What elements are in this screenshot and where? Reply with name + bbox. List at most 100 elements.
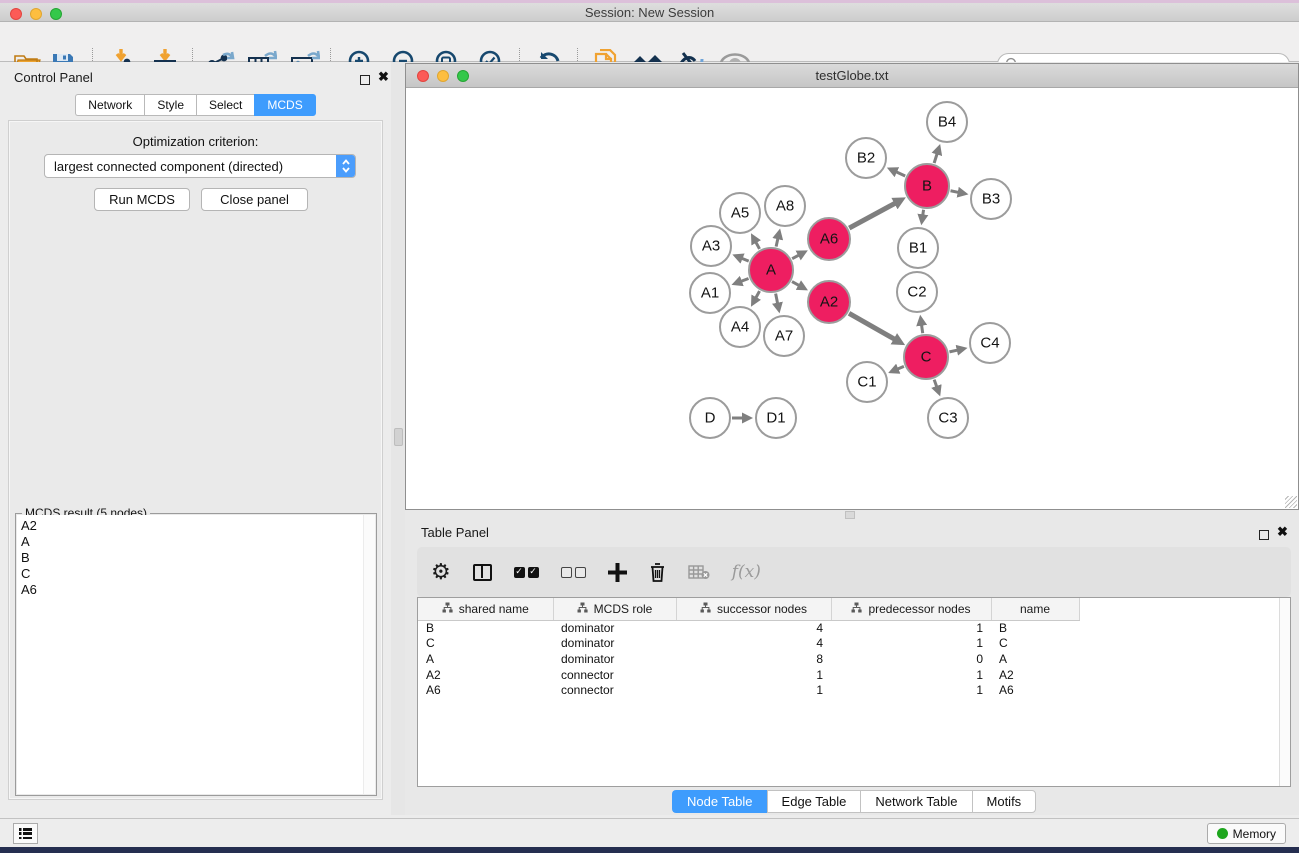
tab-style[interactable]: Style xyxy=(144,94,196,116)
node-B4[interactable]: B4 xyxy=(927,102,967,142)
tab-node-table[interactable]: Node Table xyxy=(672,790,767,813)
node-C4[interactable]: C4 xyxy=(970,323,1010,363)
cell-shared-name[interactable]: B xyxy=(418,620,553,636)
column-header-shared-name[interactable]: shared name xyxy=(418,598,553,620)
node-C1[interactable]: C1 xyxy=(847,362,887,402)
node-C2[interactable]: C2 xyxy=(897,272,937,312)
edge-C-C3[interactable] xyxy=(934,380,937,387)
node-A8[interactable]: A8 xyxy=(765,186,805,226)
close-window-icon[interactable] xyxy=(10,8,22,20)
result-scrollbar[interactable] xyxy=(363,515,375,794)
table-row[interactable]: A2connector11A2 xyxy=(418,667,1095,683)
float-panel-icon[interactable] xyxy=(1259,527,1269,545)
function-builder-icon[interactable]: f(x) xyxy=(732,562,761,582)
edge-C-C4[interactable] xyxy=(949,350,957,352)
node-B1[interactable]: B1 xyxy=(898,228,938,268)
network-graph[interactable]: B4B2BB3A5A8A6A3B1AA1C2A2A4A7C4CC1C3DD1 xyxy=(406,89,1298,509)
cell-shared-name[interactable]: A xyxy=(418,651,553,667)
select-all-icon[interactable] xyxy=(514,567,539,578)
node-A6[interactable]: A6 xyxy=(808,218,850,260)
mcds-result-list[interactable]: A2ABCA6 xyxy=(17,515,375,794)
cell-successor-nodes[interactable]: 1 xyxy=(676,682,831,698)
table-scrollbar[interactable] xyxy=(1279,598,1290,786)
cell-successor-nodes[interactable]: 1 xyxy=(676,667,831,683)
tab-edge-table[interactable]: Edge Table xyxy=(767,790,861,813)
add-column-icon[interactable] xyxy=(608,563,627,582)
edge-A-A6[interactable] xyxy=(792,255,799,259)
edge-A-A4[interactable] xyxy=(756,291,760,298)
edge-A2-C[interactable] xyxy=(849,313,895,339)
task-history-button[interactable] xyxy=(13,823,38,844)
edge-A-A7[interactable] xyxy=(776,294,778,304)
table-row[interactable]: Cdominator41C xyxy=(418,636,1095,652)
cell-successor-nodes[interactable]: 4 xyxy=(676,620,831,636)
criterion-select[interactable]: largest connected component (directed) xyxy=(44,154,356,178)
maximize-window-icon[interactable] xyxy=(50,8,62,20)
cell-MCDS-role[interactable]: dominator xyxy=(553,651,676,667)
node-D1[interactable]: D1 xyxy=(756,398,796,438)
close-panel-button[interactable]: Close panel xyxy=(201,188,308,211)
edge-B-B4[interactable] xyxy=(934,153,937,163)
cell-successor-nodes[interactable]: 4 xyxy=(676,636,831,652)
node-A4[interactable]: A4 xyxy=(720,307,760,347)
tab-mcds[interactable]: MCDS xyxy=(254,94,315,116)
network-window-titlebar[interactable]: testGlobe.txt xyxy=(406,64,1298,88)
cell-MCDS-role[interactable]: connector xyxy=(553,682,676,698)
node-table[interactable]: shared nameMCDS rolesuccessor nodesprede… xyxy=(417,597,1291,787)
cell-predecessor-nodes[interactable]: 0 xyxy=(831,651,991,667)
node-B3[interactable]: B3 xyxy=(971,179,1011,219)
result-item[interactable]: A xyxy=(21,534,375,550)
deselect-all-icon[interactable] xyxy=(561,567,586,578)
result-item[interactable]: A6 xyxy=(21,582,375,598)
cell-name[interactable]: A2 xyxy=(991,667,1079,683)
run-mcds-button[interactable]: Run MCDS xyxy=(94,188,190,211)
cell-name[interactable]: C xyxy=(991,636,1079,652)
node-A3[interactable]: A3 xyxy=(691,226,731,266)
node-A[interactable]: A xyxy=(749,248,793,292)
memory-button[interactable]: Memory xyxy=(1207,823,1286,844)
edge-A6-B[interactable] xyxy=(849,203,895,228)
column-header-predecessor-nodes[interactable]: predecessor nodes xyxy=(831,598,991,620)
gear-icon[interactable]: ⚙ xyxy=(431,559,451,585)
cell-shared-name[interactable]: A6 xyxy=(418,682,553,698)
cell-shared-name[interactable]: C xyxy=(418,636,553,652)
tab-select[interactable]: Select xyxy=(196,94,254,116)
result-item[interactable]: B xyxy=(21,550,375,566)
result-item[interactable]: C xyxy=(21,566,375,582)
close-panel-icon[interactable]: ✖ xyxy=(378,69,389,85)
edge-B-B1[interactable] xyxy=(923,210,924,216)
network-window-controls[interactable] xyxy=(417,70,469,82)
cell-MCDS-role[interactable]: dominator xyxy=(553,636,676,652)
table-row[interactable]: Adominator80A xyxy=(418,651,1095,667)
node-C[interactable]: C xyxy=(904,335,948,379)
float-panel-icon[interactable] xyxy=(360,72,370,90)
column-header-successor-nodes[interactable]: successor nodes xyxy=(676,598,831,620)
edge-A-A5[interactable] xyxy=(756,242,760,249)
node-A2[interactable]: A2 xyxy=(808,281,850,323)
split-columns-icon[interactable] xyxy=(473,564,492,581)
cell-name[interactable]: A6 xyxy=(991,682,1079,698)
edge-C-C2[interactable] xyxy=(922,325,923,334)
cell-MCDS-role[interactable]: connector xyxy=(553,667,676,683)
node-A5[interactable]: A5 xyxy=(720,193,760,233)
window-resize-handle[interactable] xyxy=(845,511,855,519)
edge-B-B3[interactable] xyxy=(951,191,959,193)
minimize-window-icon[interactable] xyxy=(30,8,42,20)
window-controls[interactable] xyxy=(10,8,62,20)
resize-grip-icon[interactable] xyxy=(1285,496,1297,508)
cell-shared-name[interactable]: A2 xyxy=(418,667,553,683)
network-canvas[interactable]: B4B2BB3A5A8A6A3B1AA1C2A2A4A7C4CC1C3DD1 xyxy=(406,89,1298,509)
edge-A-A2[interactable] xyxy=(792,282,799,286)
edge-A-A1[interactable] xyxy=(741,278,749,281)
tab-network[interactable]: Network xyxy=(75,94,144,116)
cell-successor-nodes[interactable]: 8 xyxy=(676,651,831,667)
node-C3[interactable]: C3 xyxy=(928,398,968,438)
minimize-window-icon[interactable] xyxy=(437,70,449,82)
cell-predecessor-nodes[interactable]: 1 xyxy=(831,667,991,683)
result-item[interactable]: A2 xyxy=(21,518,375,534)
cell-predecessor-nodes[interactable]: 1 xyxy=(831,636,991,652)
edge-A-A8[interactable] xyxy=(776,238,778,246)
cell-MCDS-role[interactable]: dominator xyxy=(553,620,676,636)
node-A7[interactable]: A7 xyxy=(764,316,804,356)
node-A1[interactable]: A1 xyxy=(690,273,730,313)
